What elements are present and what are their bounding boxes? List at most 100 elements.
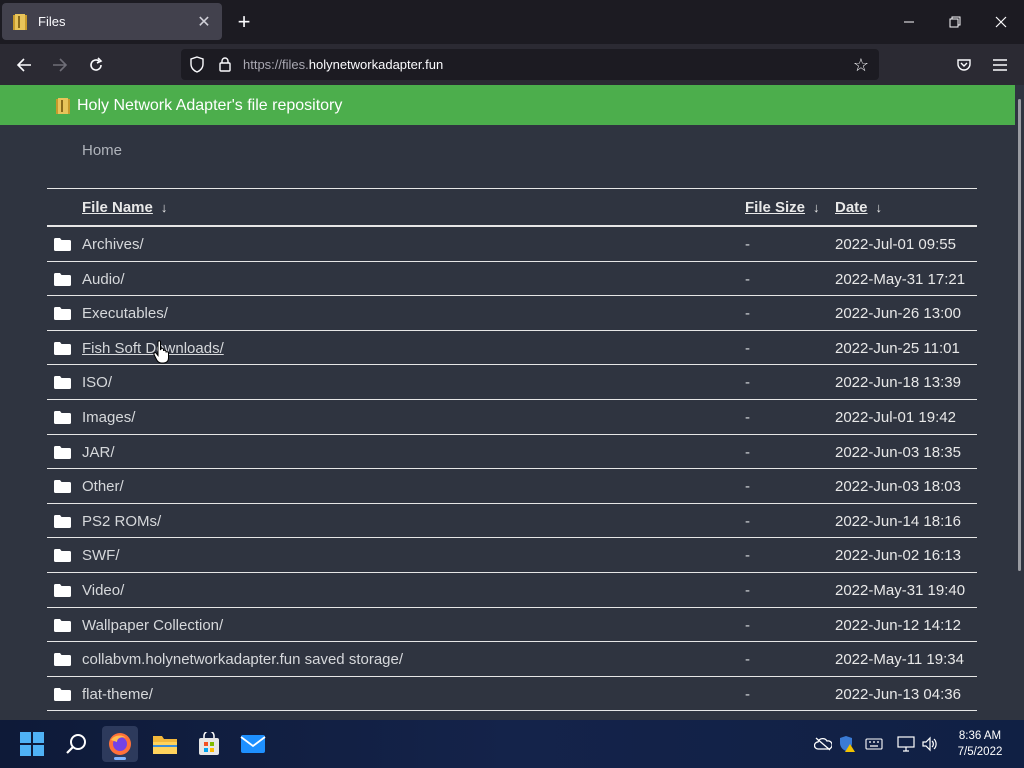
clock-time: 8:36 AM (958, 730, 1002, 742)
table-row[interactable]: Archives/ - 2022-Jul-01 09:55 (47, 227, 977, 262)
file-name-link[interactable]: SWF/ (82, 547, 120, 564)
table-row[interactable]: Images/ - 2022-Jul-01 19:42 (47, 400, 977, 435)
table-row[interactable]: SWF/ - 2022-Jun-02 16:13 (47, 538, 977, 573)
file-date: 2022-Jun-14 18:16 (835, 512, 961, 530)
table-row[interactable]: Audio/ - 2022-May-31 17:21 (47, 262, 977, 297)
file-size: - (745, 339, 750, 357)
table-row[interactable]: PS2 ROMs/ - 2022-Jun-14 18:16 (47, 504, 977, 539)
column-file-name[interactable]: File Name ↓ (82, 199, 167, 216)
pocket-icon[interactable] (951, 52, 977, 78)
site-header: Holy Network Adapter's file repository (0, 85, 1024, 125)
file-size: - (745, 305, 750, 323)
active-indicator (114, 757, 126, 760)
folder-icon (56, 98, 70, 114)
file-name-link[interactable]: collabvm.holynetworkadapter.fun saved st… (82, 651, 403, 668)
scrollbar-thumb[interactable] (1018, 99, 1021, 571)
file-date: 2022-Jun-18 13:39 (835, 374, 961, 392)
search-icon[interactable] (59, 726, 95, 762)
file-date: 2022-Jun-12 14:12 (835, 616, 961, 634)
folder-icon (12, 13, 28, 30)
forward-icon[interactable] (47, 52, 73, 78)
keyboard-icon[interactable] (864, 734, 884, 754)
file-size: - (745, 581, 750, 599)
file-name-link[interactable]: flat-theme/ (82, 686, 153, 703)
file-name-link[interactable]: Archives/ (82, 236, 144, 253)
table-row[interactable]: Other/ - 2022-Jun-03 18:03 (47, 469, 977, 504)
folder-icon (54, 410, 71, 424)
close-icon[interactable]: ✕ (192, 10, 216, 34)
tab-strip: Files ✕ + (0, 0, 1024, 44)
new-tab-button[interactable]: + (232, 9, 256, 34)
file-name-link[interactable]: Images/ (82, 409, 135, 426)
file-name-link[interactable]: Video/ (82, 582, 124, 599)
folder-icon (54, 272, 71, 286)
menu-icon[interactable] (987, 52, 1013, 78)
file-name-link[interactable]: PS2 ROMs/ (82, 513, 161, 530)
table-row[interactable]: Executables/ - 2022-Jun-26 13:00 (47, 296, 977, 331)
star-icon[interactable]: ☆ (849, 53, 873, 77)
column-file-size[interactable]: File Size ↓ (745, 199, 820, 216)
restore-icon[interactable] (932, 0, 978, 44)
file-size: - (745, 616, 750, 634)
table-row[interactable]: ISO/ - 2022-Jun-18 13:39 (47, 365, 977, 400)
file-explorer-icon[interactable] (147, 726, 183, 762)
folder-icon (54, 687, 71, 701)
table-row[interactable]: Fish Soft Downloads/-2022-Jun-25 11:01 (47, 331, 977, 366)
clock-date: 7/5/2022 (957, 746, 1003, 758)
taskbar: 8:36 AM 7/5/2022 (0, 720, 1024, 768)
hand-cursor-icon (153, 340, 171, 364)
firefox-icon[interactable] (102, 726, 138, 762)
file-name-link[interactable]: Other/ (82, 478, 124, 495)
system-clock[interactable]: 8:36 AM 7/5/2022 (948, 728, 1012, 760)
file-date: 2022-May-11 19:34 (835, 651, 964, 669)
table-row[interactable]: JAR/ - 2022-Jun-03 18:35 (47, 435, 977, 470)
tab-files[interactable]: Files ✕ (2, 3, 222, 40)
file-size: - (745, 685, 750, 703)
file-name-link[interactable]: Audio/ (82, 271, 125, 288)
column-date[interactable]: Date ↓ (835, 199, 882, 216)
minimize-icon[interactable] (886, 0, 932, 44)
address-bar[interactable]: https://files.holynetworkadapter.fun ☆ (181, 49, 879, 80)
mail-icon[interactable] (235, 726, 271, 762)
breadcrumb-home[interactable]: Home (82, 142, 122, 159)
back-icon[interactable] (11, 52, 37, 78)
folder-icon (54, 514, 71, 528)
table-body: Archives/ - 2022-Jul-01 09:55 Audio/ - 2022-M… (47, 227, 977, 712)
file-size: - (745, 374, 750, 392)
folder-icon (54, 549, 71, 563)
lock-icon[interactable] (217, 56, 233, 73)
windows-start-icon[interactable] (14, 726, 50, 762)
table-row[interactable]: Wallpaper Collection/ - 2022-Jun-12 14:12 (47, 608, 977, 643)
table-row[interactable]: collabvm.holynetworkadapter.fun saved st… (47, 642, 977, 677)
table-row[interactable]: flat-theme/ - 2022-Jun-13 04:36 (47, 677, 977, 712)
file-name-link[interactable]: ISO/ (82, 374, 112, 391)
folder-icon (54, 653, 71, 667)
site-title: Holy Network Adapter's file repository (77, 97, 343, 114)
table-header: File Name ↓ File Size ↓ Date ↓ (47, 188, 977, 227)
shield-icon[interactable] (189, 56, 205, 73)
file-date: 2022-Jun-03 18:03 (835, 478, 961, 496)
folder-icon (54, 238, 71, 251)
window-close-icon[interactable] (978, 0, 1024, 44)
reload-icon[interactable] (83, 52, 109, 78)
store-icon[interactable] (191, 726, 227, 762)
security-warning-icon[interactable] (837, 734, 857, 754)
file-date: 2022-Jun-02 16:13 (835, 547, 961, 565)
network-icon[interactable] (896, 734, 916, 754)
folder-icon (54, 307, 71, 321)
file-name-link[interactable]: JAR/ (82, 444, 115, 461)
folder-icon (54, 480, 71, 494)
volume-icon[interactable] (920, 734, 940, 754)
file-date: 2022-Jun-25 11:01 (835, 339, 960, 357)
file-name-link[interactable]: Executables/ (82, 305, 168, 322)
file-date: 2022-May-31 19:40 (835, 581, 966, 599)
file-date: 2022-Jun-03 18:35 (835, 443, 961, 461)
file-size: - (745, 512, 750, 530)
file-size: - (745, 478, 750, 496)
onedrive-offline-icon[interactable] (813, 734, 833, 754)
sort-arrow-icon: ↓ (875, 200, 883, 215)
scrollbar[interactable] (1015, 85, 1024, 720)
folder-icon (54, 341, 71, 355)
table-row[interactable]: Video/ - 2022-May-31 19:40 (47, 573, 977, 608)
file-name-link[interactable]: Wallpaper Collection/ (82, 617, 223, 634)
